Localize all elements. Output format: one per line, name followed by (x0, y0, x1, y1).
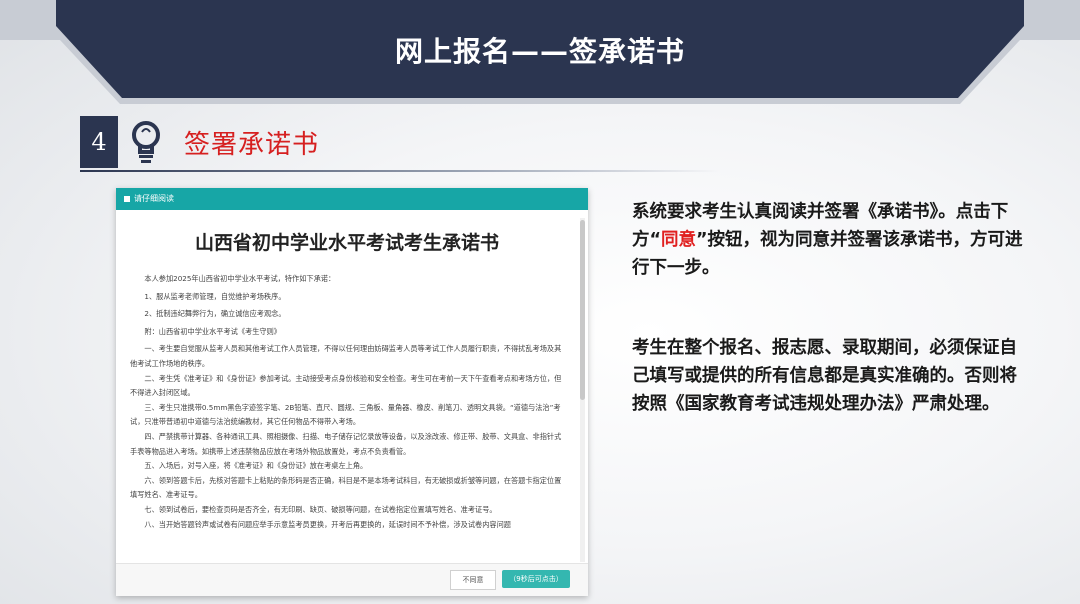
document-text: 本人参加2025年山西省初中学业水平考试，特作如下承诺： 1、服从监考老师管理，… (130, 272, 564, 532)
pledge-dialog: 请仔细阅读 山西省初中学业水平考试考生承诺书 本人参加2025年山西省初中学业水… (116, 188, 588, 596)
dialog-scrollbar[interactable] (580, 218, 585, 562)
paragraph: 三、考生只准携带0.5mm黑色字迹签字笔、2B铅笔、直尺、圆规、三角板、量角器、… (130, 402, 561, 427)
top-banner: 网上报名——签承诺书 (0, 0, 1080, 108)
lightbulb-icon (126, 118, 166, 168)
explanation-panel: 系统要求考生认真阅读并签署《承诺书》。点击下方“同意”按钮，视为同意并签署该承诺… (632, 198, 1032, 418)
paragraph: 五、入场后，对号入座，将《准考证》和《身份证》放在考桌左上角。 (144, 461, 368, 471)
dialog-header: 请仔细阅读 (116, 188, 588, 210)
paragraph: 七、领到试卷后，要检查页码是否齐全，有无印刷、缺页、破损等问题，在试卷指定位置填… (144, 504, 497, 514)
agree-highlight: 同意 (661, 230, 697, 250)
scroll-thumb[interactable] (580, 220, 585, 400)
dialog-footer: 不同意 （9秒后可点击） (116, 563, 588, 596)
explanation-paragraph-1: 系统要求考生认真阅读并签署《承诺书》。点击下方“同意”按钮，视为同意并签署该承诺… (632, 202, 1023, 278)
paragraph: 一、考生要自觉服从监考人员和其他考试工作人员管理，不得以任何理由妨碍监考人员等考… (130, 344, 562, 368)
paragraph: 八、当开始答题铃声或试卷有问题应举手示意监考员更换，开考后再更换的，延误时间不予… (144, 519, 511, 529)
paragraph: 附：山西省初中学业水平考试《考生守则》 (144, 326, 281, 336)
paragraph: 四、严禁携带计算器、各种通讯工具、照相摄像、扫描、电子储存记忆录放等设备，以及涂… (130, 431, 562, 456)
paragraph: 2、抵制违纪舞弊行为，确立诚信应考观念。 (144, 309, 286, 319)
document-title: 山西省初中学业水平考试考生承诺书 (194, 232, 499, 254)
dialog-body[interactable]: 山西省初中学业水平考试考生承诺书 本人参加2025年山西省初中学业水平考试，特作… (116, 210, 588, 564)
agree-button[interactable]: （9秒后可点击） (502, 570, 570, 588)
paragraph: 本人参加2025年山西省初中学业水平考试，特作如下承诺： (144, 274, 336, 283)
page-title: 网上报名——签承诺书 (394, 35, 685, 68)
paragraph: 二、考生凭《准考证》和《身份证》参加考试。主动接受考点身份核验和安全检查。考生可… (130, 373, 562, 398)
dialog-header-label: 请仔细阅读 (134, 194, 174, 203)
paragraph: 六、领到答题卡后，先核对答题卡上粘贴的条形码是否正确，科目是不是本场考试科目，有… (130, 475, 562, 500)
grid-icon (124, 195, 130, 202)
step-number: 4 (80, 116, 118, 168)
explanation-paragraph-2: 考生在整个报名、报志愿、录取期间，必须保证自己填写或提供的所有信息都是真实准确的… (632, 338, 1017, 414)
disagree-button[interactable]: 不同意 (450, 570, 496, 590)
paragraph: 1、服从监考老师管理，自觉维护考场秩序。 (144, 291, 286, 301)
section-title: 签署承诺书 (184, 130, 320, 160)
section-divider (80, 170, 720, 172)
